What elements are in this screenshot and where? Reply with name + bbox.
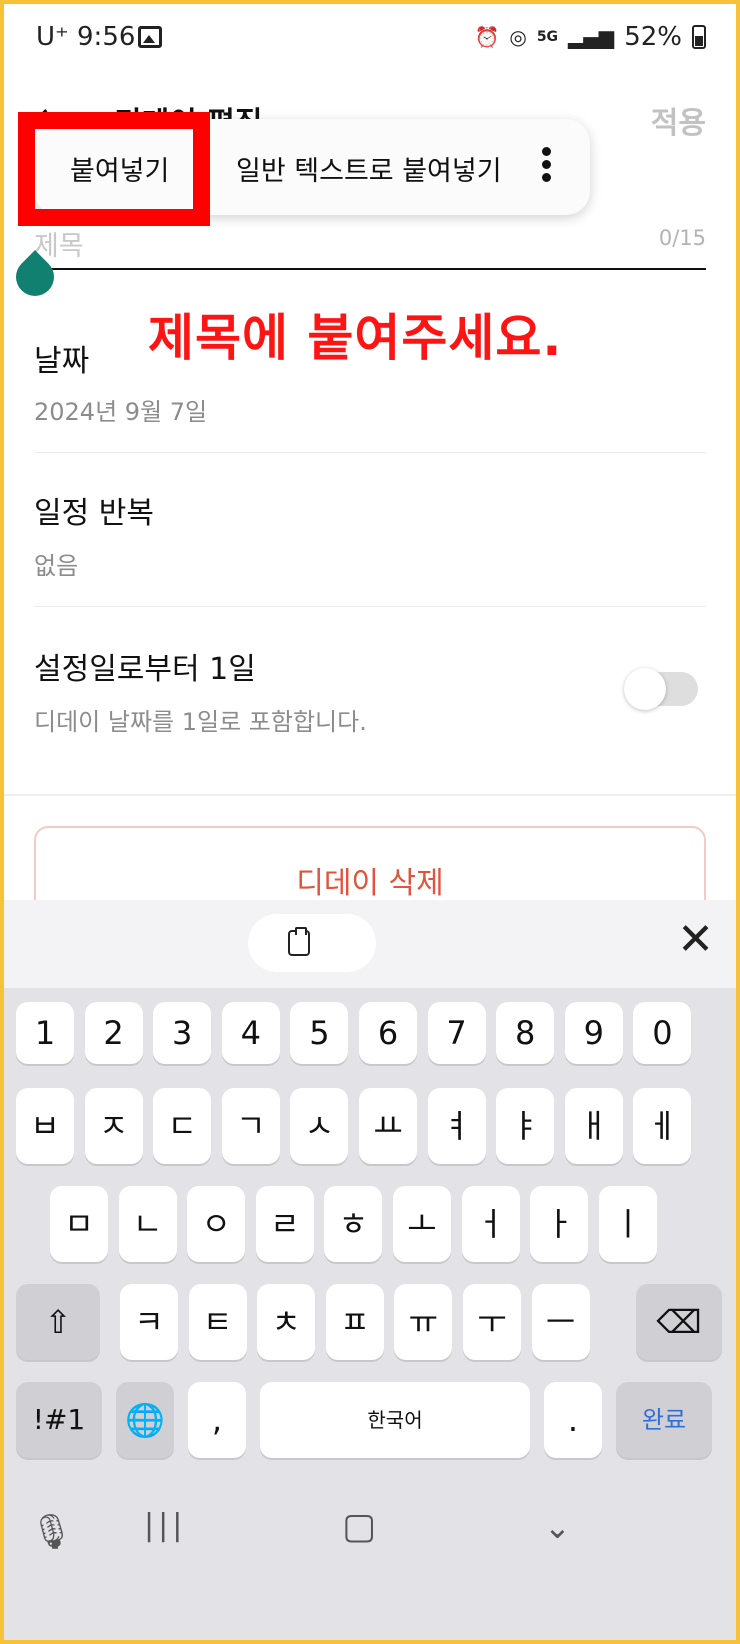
carrier-time: U⁺ 9:56 [36,22,136,52]
shift-key[interactable]: ⇧ [16,1284,100,1360]
key-letter[interactable]: ㅕ [427,1088,486,1164]
key-letter[interactable]: ㅔ [633,1088,692,1164]
paste-plain-text-menu-item[interactable]: 일반 텍스트로 붙여넣기 [236,149,502,188]
key-number[interactable]: 8 [496,1002,555,1064]
period-key[interactable]: . [544,1382,602,1458]
key-number[interactable]: 5 [290,1002,349,1064]
recent-apps-icon[interactable]: ||| [144,1508,186,1543]
hide-keyboard-icon[interactable]: ⌄ [544,1508,571,1546]
key-number[interactable]: 2 [84,1002,143,1064]
count-row-title: 설정일로부터 1일 [34,652,256,687]
status-bar: U⁺ 9:56 ⏰ ◎ 5G ▂▄▆ 52% [4,4,736,70]
battery-percent: 52% [624,22,682,52]
section-divider [4,794,736,796]
key-letter[interactable]: ㅛ [359,1088,417,1164]
title-underline [34,268,706,270]
key-letter[interactable]: ㅍ [325,1284,384,1360]
key-letter[interactable]: ㅁ [50,1186,108,1262]
repeat-row-title[interactable]: 일정 반복 [34,488,154,532]
key-letter[interactable]: ㅅ [290,1088,349,1164]
divider [34,452,706,453]
comma-key[interactable]: , [188,1382,246,1458]
count-row-description: 디데이 날짜를 1일로 포함합니다. [34,708,367,736]
repeat-row-value[interactable]: 없음 [34,546,78,581]
key-letter[interactable]: ㅈ [84,1088,143,1164]
key-letter[interactable]: ㄷ [153,1088,212,1164]
count-from-day-one-toggle[interactable] [624,668,698,710]
key-number[interactable]: 7 [427,1002,486,1064]
key-letter[interactable]: ㄹ [255,1186,314,1262]
key-number[interactable]: 3 [153,1002,212,1064]
alarm-icon: ⏰ [474,25,500,49]
microphone-icon[interactable]: 🎙 [30,1512,73,1552]
close-keyboard-icon[interactable]: ✕ [677,918,714,962]
key-letter[interactable]: ㅣ [598,1186,657,1262]
key-letter[interactable]: ㅑ [496,1088,555,1164]
symbols-key[interactable]: !#1 [16,1382,102,1458]
date-row-title[interactable]: 날짜 [34,336,89,380]
key-letter[interactable]: ㅎ [324,1186,383,1262]
key-number[interactable]: 4 [221,1002,280,1064]
clipboard-icon [288,927,310,956]
key-letter[interactable]: ㅗ [393,1186,451,1262]
key-letter[interactable]: ㅓ [461,1186,520,1262]
backspace-key[interactable]: ⌫ [636,1284,722,1360]
apply-button[interactable]: 적용 [651,98,706,142]
key-letter[interactable]: ㅊ [257,1284,316,1360]
signal-icon: ▂▄▆ [568,25,615,49]
home-icon[interactable]: ▢ [342,1506,376,1547]
clipboard-button[interactable] [248,914,376,972]
key-number[interactable]: 6 [359,1002,417,1064]
status-icons: ⏰ ◎ 5G ▂▄▆ 52% [474,22,706,52]
more-vertical-icon[interactable] [542,147,552,187]
key-letter[interactable]: ㄴ [118,1186,177,1262]
space-key[interactable]: 한국어 [260,1382,530,1458]
globe-key[interactable]: 🌐 [116,1382,174,1458]
key-letter[interactable]: ㅜ [463,1284,521,1360]
key-number[interactable]: 9 [564,1002,623,1064]
key-letter[interactable]: ㅠ [394,1284,453,1360]
done-key[interactable]: 완료 [616,1382,712,1458]
hotspot-icon: ◎ [509,25,527,49]
key-letter[interactable]: ㅂ [16,1088,74,1164]
instruction-annotation: 제목에 붙여주세요. [148,309,563,367]
key-letter[interactable]: ㄱ [221,1088,280,1164]
key-letter[interactable]: ㅏ [530,1186,589,1262]
key-number[interactable]: 0 [633,1002,692,1064]
highlight-box [18,112,210,226]
battery-icon [692,25,706,49]
navigation-bar: 🎙 ||| ▢ ⌄ [4,1492,736,1640]
key-number[interactable]: 1 [16,1002,74,1064]
keyboard-toolbar: ✕ [4,900,736,988]
key-letter[interactable]: ㅌ [188,1284,247,1360]
network-type: 5G [536,29,559,45]
key-letter[interactable]: ㅋ [120,1284,178,1360]
title-char-counter: 0/15 [658,226,706,250]
divider [34,606,706,607]
screen: U⁺ 9:56 ⏰ ◎ 5G ▂▄▆ 52% ← 디데이 편집 적용 제목 0/… [4,4,736,1640]
key-letter[interactable]: ㅇ [187,1186,246,1262]
date-row-value[interactable]: 2024년 9월 7일 [34,392,207,427]
gallery-icon [138,26,162,48]
key-letter[interactable]: ㅡ [531,1284,590,1360]
key-letter[interactable]: ㅐ [564,1088,623,1164]
